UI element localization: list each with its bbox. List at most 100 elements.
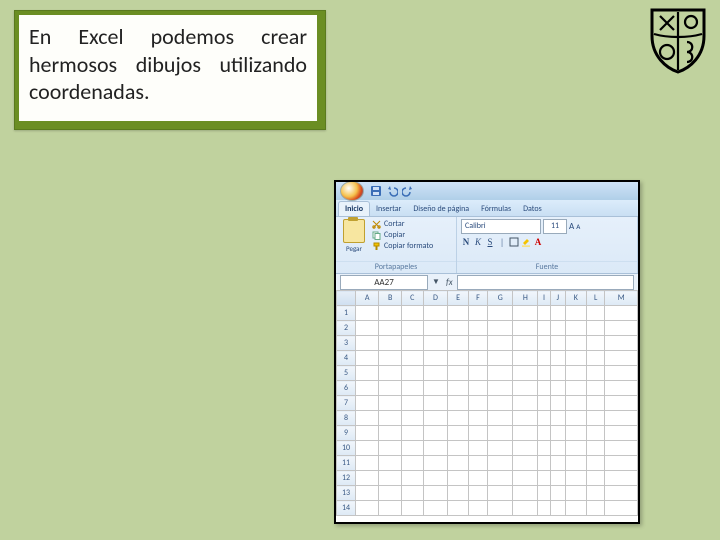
cell[interactable] (468, 426, 488, 441)
cell[interactable] (468, 411, 488, 426)
cell[interactable] (488, 411, 513, 426)
cell[interactable] (423, 456, 448, 471)
cell[interactable] (356, 336, 379, 351)
select-all-corner[interactable] (337, 291, 356, 306)
tab-insertar[interactable]: Insertar (370, 202, 407, 216)
cell[interactable] (448, 381, 468, 396)
cell[interactable] (565, 426, 586, 441)
cut-button[interactable]: Cortar (372, 219, 433, 229)
cell[interactable] (423, 441, 448, 456)
tab-inicio[interactable]: Inicio (338, 201, 370, 216)
cell[interactable] (356, 426, 379, 441)
cell[interactable] (565, 366, 586, 381)
cell[interactable] (565, 306, 586, 321)
cell[interactable] (565, 396, 586, 411)
cell[interactable] (379, 306, 401, 321)
row-header[interactable]: 8 (337, 411, 356, 426)
cell[interactable] (587, 501, 605, 516)
cell[interactable] (423, 381, 448, 396)
cell[interactable] (565, 336, 586, 351)
cell[interactable] (538, 426, 551, 441)
cell[interactable] (513, 501, 538, 516)
cell[interactable] (448, 441, 468, 456)
cell[interactable] (488, 321, 513, 336)
cell[interactable] (356, 471, 379, 486)
cell[interactable] (488, 366, 513, 381)
cell[interactable] (587, 306, 605, 321)
cell[interactable] (379, 456, 401, 471)
save-icon[interactable] (370, 185, 382, 197)
col-header[interactable]: I (538, 291, 551, 306)
cell[interactable] (448, 426, 468, 441)
cell[interactable] (488, 426, 513, 441)
cell[interactable] (513, 366, 538, 381)
cell[interactable] (356, 456, 379, 471)
cell[interactable] (401, 321, 423, 336)
cell[interactable] (550, 426, 565, 441)
cell[interactable] (587, 441, 605, 456)
cell[interactable] (488, 381, 513, 396)
office-button[interactable] (340, 181, 364, 201)
cell[interactable] (423, 501, 448, 516)
cell[interactable] (587, 381, 605, 396)
row-header[interactable]: 4 (337, 351, 356, 366)
cell[interactable] (605, 381, 638, 396)
row-header[interactable]: 3 (337, 336, 356, 351)
cell[interactable] (448, 366, 468, 381)
cell[interactable] (468, 471, 488, 486)
cell[interactable] (513, 441, 538, 456)
cell[interactable] (423, 426, 448, 441)
cell[interactable] (379, 441, 401, 456)
cell[interactable] (488, 441, 513, 456)
cell[interactable] (401, 336, 423, 351)
cell[interactable] (401, 411, 423, 426)
font-color-icon[interactable]: A (533, 237, 543, 249)
cell[interactable] (605, 441, 638, 456)
cell[interactable] (488, 456, 513, 471)
cell[interactable] (379, 366, 401, 381)
cell[interactable] (587, 396, 605, 411)
cell[interactable] (513, 321, 538, 336)
cell[interactable] (587, 471, 605, 486)
cell[interactable] (565, 411, 586, 426)
cell[interactable] (356, 411, 379, 426)
cell[interactable] (401, 396, 423, 411)
border-icon[interactable] (509, 237, 519, 249)
row-header[interactable]: 1 (337, 306, 356, 321)
cell[interactable] (423, 486, 448, 501)
cell[interactable] (513, 411, 538, 426)
copy-button[interactable]: Copiar (372, 230, 433, 240)
cell[interactable] (356, 366, 379, 381)
cell[interactable] (538, 321, 551, 336)
cell[interactable] (565, 381, 586, 396)
cell[interactable] (356, 501, 379, 516)
font-name-select[interactable]: Calibri (461, 219, 541, 234)
tab-formulas[interactable]: Fórmulas (475, 202, 517, 216)
cell[interactable] (356, 381, 379, 396)
cell[interactable] (605, 306, 638, 321)
cell[interactable] (356, 351, 379, 366)
cell[interactable] (550, 366, 565, 381)
cell[interactable] (565, 441, 586, 456)
fill-color-icon[interactable] (521, 237, 531, 249)
cell[interactable] (550, 411, 565, 426)
cell[interactable] (448, 486, 468, 501)
row-header[interactable]: 13 (337, 486, 356, 501)
cell[interactable] (565, 456, 586, 471)
cell[interactable] (538, 411, 551, 426)
cell[interactable] (448, 501, 468, 516)
cell[interactable] (587, 486, 605, 501)
cell[interactable] (605, 321, 638, 336)
cell[interactable] (448, 396, 468, 411)
cell[interactable] (379, 411, 401, 426)
cell[interactable] (550, 351, 565, 366)
cell[interactable] (448, 306, 468, 321)
cell[interactable] (379, 381, 401, 396)
cell[interactable] (423, 366, 448, 381)
cell[interactable] (587, 351, 605, 366)
cell[interactable] (468, 336, 488, 351)
cell[interactable] (565, 471, 586, 486)
cell[interactable] (565, 501, 586, 516)
cell[interactable] (448, 411, 468, 426)
formula-bar[interactable] (457, 275, 634, 290)
